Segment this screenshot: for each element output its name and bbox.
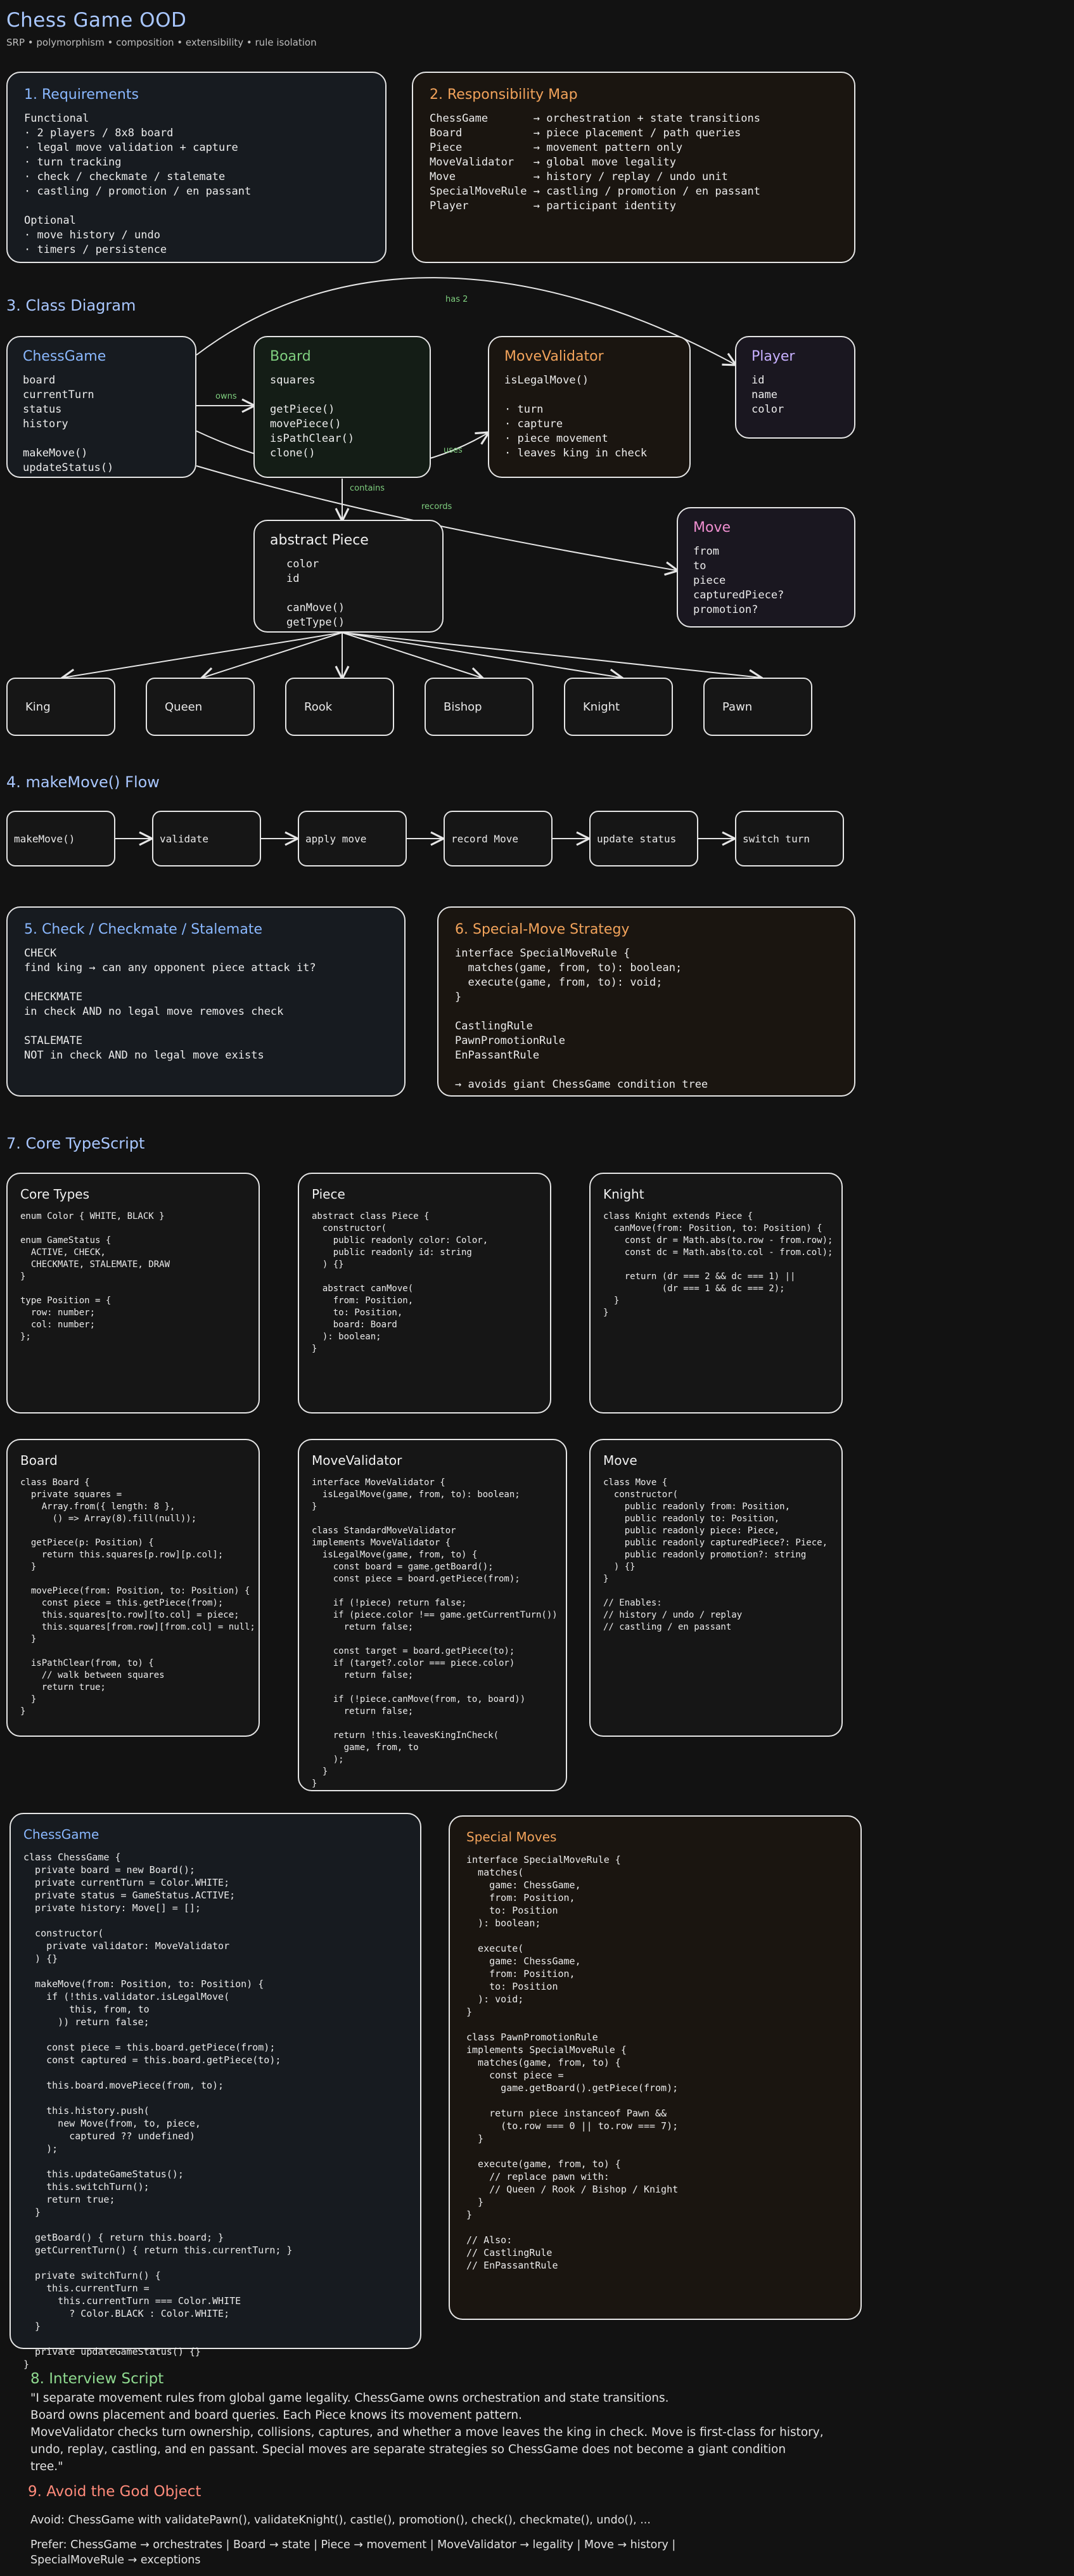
player-class-name: Player <box>751 349 795 364</box>
core-types-name: Core Types <box>20 1187 90 1202</box>
flow-step-apply: apply move <box>298 811 407 866</box>
class-diagram-connectors <box>0 277 1074 697</box>
edge-label-uses: uses <box>444 446 463 455</box>
edge-knight <box>342 632 621 678</box>
bishop-label: Bishop <box>444 700 482 714</box>
core-types-code: enum Color { WHITE, BLACK } enum GameSta… <box>20 1211 170 1342</box>
core-heading: 7. Core TypeScript <box>6 1135 145 1152</box>
board-class-body: squares getPiece() movePiece() isPathCle… <box>270 374 355 460</box>
board-class-name: Board <box>270 349 311 364</box>
queen-label: Queen <box>165 700 203 714</box>
check-card: 5. Check / Checkmate / Stalemate CHECK f… <box>6 906 406 1097</box>
knight-label: Knight <box>583 700 620 714</box>
board-class-box: Board squares getPiece() movePiece() isP… <box>253 336 431 478</box>
chessgame-class-box: ChessGame board currentTurn status histo… <box>6 336 196 478</box>
chessgame-class-body: board currentTurn status history makeMov… <box>23 374 114 474</box>
page-subtitle: SRP • polymorphism • composition • exten… <box>6 37 317 48</box>
piece-code-name: Piece <box>312 1187 345 1202</box>
player-class-body: id name color <box>751 374 784 416</box>
validator-class-name: MoveValidator <box>504 349 604 364</box>
validator-class-box: MoveValidator isLegalMove() · turn · cap… <box>488 336 691 478</box>
move-code-card: Move class Move { constructor( public re… <box>589 1439 843 1737</box>
piece-code-body: abstract class Piece { constructor( publ… <box>312 1211 489 1354</box>
flow-step-label: validate <box>160 832 209 845</box>
knight-code-name: Knight <box>603 1187 644 1202</box>
interview-body: "I separate movement rules from global g… <box>30 2392 824 2473</box>
responsibility-card: 2. Responsibility Map ChessGame → orches… <box>412 72 855 263</box>
validator-code-card: MoveValidator interface MoveValidator { … <box>298 1439 567 1791</box>
player-class-box: Player id name color <box>735 336 855 439</box>
chessgame-class-name: ChessGame <box>23 349 106 364</box>
pawn-piece-box: Pawn <box>703 678 812 736</box>
check-body: CHECK find king → can any opponent piece… <box>24 947 316 1062</box>
special-code-card: Special Moves interface SpecialMoveRule … <box>449 1815 862 2320</box>
knight-code-card: Knight class Knight extends Piece { canM… <box>589 1173 843 1414</box>
flow-step-makemove: makeMove() <box>6 811 115 866</box>
flow-step-label: update status <box>597 832 677 845</box>
move-class-box: Move from to piece capturedPiece? promot… <box>677 507 855 628</box>
requirements-card: 1. Requirements Functional · 2 players /… <box>6 72 387 263</box>
knight-piece-box: Knight <box>564 678 673 736</box>
rook-label: Rook <box>304 700 333 714</box>
board-code-name: Board <box>20 1453 58 1468</box>
strategy-card: 6. Special-Move Strategy interface Speci… <box>437 906 855 1097</box>
rook-piece-box: Rook <box>285 678 394 736</box>
board-code-card: Board class Board { private squares = Ar… <box>6 1439 260 1737</box>
bishop-piece-box: Bishop <box>425 678 534 736</box>
king-piece-box: King <box>6 678 115 736</box>
flow-step-record: record Move <box>444 811 553 866</box>
god-object-prefer: Prefer: ChessGame → orchestrates | Board… <box>30 2539 676 2566</box>
piece-class-body: color id canMove() getType() <box>286 558 345 629</box>
edge-label-records: records <box>421 502 452 512</box>
page-title: Chess Game OOD <box>6 9 187 32</box>
flow-step-label: switch turn <box>743 832 810 845</box>
validator-code-name: MoveValidator <box>312 1453 402 1468</box>
requirements-heading: 1. Requirements <box>24 87 139 103</box>
move-class-body: from to piece capturedPiece? promotion? <box>693 545 784 616</box>
special-code-body: interface SpecialMoveRule { matches( gam… <box>466 1854 679 2271</box>
flow-step-label: makeMove() <box>14 832 75 845</box>
edge-label-has2: has 2 <box>445 295 468 304</box>
interview-heading: 8. Interview Script <box>30 2371 164 2387</box>
flow-step-validate: validate <box>152 811 261 866</box>
piece-class-box: abstract Piece color id canMove() getTyp… <box>253 520 444 633</box>
edge-pawn <box>342 632 760 678</box>
responsibility-body: ChessGame → orchestration + state transi… <box>430 112 760 212</box>
chessgame-code-card: ChessGame class ChessGame { private boar… <box>10 1813 421 2370</box>
piece-class-name: abstract Piece <box>270 532 369 548</box>
move-class-name: Move <box>693 520 731 536</box>
flow-step-label: record Move <box>451 832 518 845</box>
validator-class-body: isLegalMove() · turn · capture · piece m… <box>504 374 648 460</box>
queen-piece-box: Queen <box>146 678 255 736</box>
board-code-body: class Board { private squares = Array.fr… <box>20 1478 255 1716</box>
check-heading: 5. Check / Checkmate / Stalemate <box>24 922 262 937</box>
requirements-body: Functional · 2 players / 8x8 board · leg… <box>24 112 252 256</box>
responsibility-heading: 2. Responsibility Map <box>430 87 578 103</box>
flow-step-update-status: update status <box>589 811 698 866</box>
god-object-avoid: Avoid: ChessGame with validatePawn(), va… <box>30 2514 651 2527</box>
knight-code-body: class Knight extends Piece { canMove(fro… <box>603 1211 833 1318</box>
strategy-heading: 6. Special-Move Strategy <box>455 922 630 937</box>
flow-step-switch-turn: switch turn <box>735 811 844 866</box>
move-code-body: class Move { constructor( public readonl… <box>603 1478 828 1632</box>
flow-heading: 4. makeMove() Flow <box>6 773 160 791</box>
chessgame-code-name: ChessGame <box>23 1827 99 1842</box>
edge-label-contains: contains <box>350 484 385 493</box>
special-code-name: Special Moves <box>466 1829 557 1845</box>
king-label: King <box>25 700 51 714</box>
flow-step-label: apply move <box>305 832 367 845</box>
edge-bishop <box>342 632 482 678</box>
piece-code-card: Piece abstract class Piece { constructor… <box>298 1173 551 1414</box>
move-code-name: Move <box>603 1453 637 1468</box>
chessgame-code-body: class ChessGame { private board = new Bo… <box>23 1852 293 2370</box>
god-object-heading: 9. Avoid the God Object <box>28 2483 201 2500</box>
edge-queen <box>203 632 343 678</box>
core-types-card: Core Types enum Color { WHITE, BLACK } e… <box>6 1173 260 1414</box>
edge-king <box>63 632 343 678</box>
validator-code-body: interface MoveValidator { isLegalMove(ga… <box>312 1478 558 1789</box>
edge-label-owns: owns <box>215 392 237 401</box>
strategy-body: interface SpecialMoveRule { matches(game… <box>455 947 708 1091</box>
pawn-label: Pawn <box>722 700 753 714</box>
